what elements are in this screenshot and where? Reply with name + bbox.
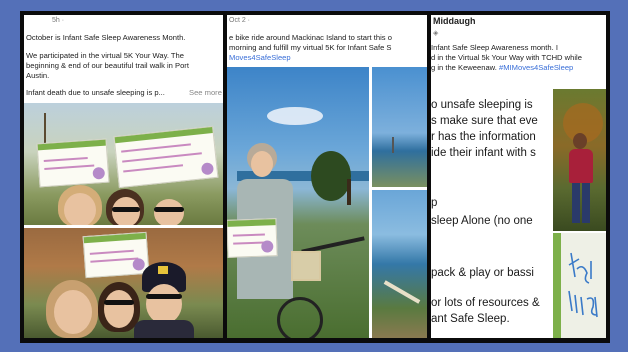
post-text-line: r has the information	[431, 131, 536, 143]
post-visibility-icon: ◈	[433, 30, 439, 37]
handwritten-signature-image	[568, 252, 598, 318]
facebook-post-keweenaw: Middaugh ◈ Infant Safe Sleep Awareness m…	[431, 15, 606, 338]
post-text-line: d in the Virtual 5k Your Way with TCHD w…	[431, 53, 582, 62]
facebook-post-mackinac: Oct 2 · e bike ride around Mackinac Isla…	[227, 15, 427, 338]
post-text-line: beginning & end of our beautiful trail w…	[26, 61, 189, 70]
post-text-line: pack & play or bassi	[431, 267, 534, 279]
post-text-line: g in the Keweenaw.	[431, 63, 497, 72]
post-text-line: October is Infant Safe Sleep Awareness M…	[26, 33, 186, 42]
signed-sign-photo	[553, 233, 606, 338]
safe-sleep-sign-image	[227, 218, 278, 258]
post-text-line: Infant death due to unsafe sleeping is p…	[26, 88, 165, 97]
safe-sleep-sign-image	[113, 125, 219, 189]
shoreline-photo	[372, 190, 427, 338]
post-text-line: ide their infant with s	[431, 147, 536, 159]
see-more-link[interactable]: See more	[189, 88, 222, 98]
post-text-line: p	[431, 197, 438, 209]
post-text-line: or lots of resources &	[431, 297, 540, 309]
selfie-photo-end	[24, 228, 223, 338]
facebook-post-port-austin: 5h · October is Infant Safe Sleep Awaren…	[24, 15, 223, 338]
safe-sleep-sign-image	[36, 138, 110, 188]
screenshot-collage: 5h · October is Infant Safe Sleep Awaren…	[20, 11, 610, 343]
post-timestamp: Oct 2 ·	[229, 17, 251, 24]
walker-photo	[553, 89, 606, 231]
hashtag-link[interactable]: #MIMoves4SafeSleep	[499, 63, 573, 72]
post-text-line: e bike ride around Mackinac Island to st…	[229, 33, 392, 42]
safe-sleep-sign-image	[82, 231, 150, 279]
post-text-line: s make sure that eve	[431, 115, 538, 127]
post-text-line: o unsafe sleeping is	[431, 99, 533, 111]
post-text-line: morning and fulfill my virtual 5K for In…	[229, 43, 392, 52]
post-text-line: ant Safe Sleep.	[431, 313, 510, 325]
post-text-line: Austin.	[26, 71, 50, 80]
selfie-photo-start	[24, 103, 223, 225]
post-timestamp: 5h ·	[52, 17, 65, 24]
lake-view-photo	[372, 67, 427, 187]
post-text-line: We participated in the virtual 5K Your W…	[26, 51, 185, 60]
hashtag-link[interactable]: Moves4SafeSleep	[229, 53, 291, 63]
post-text-line: sleep Alone (no one	[431, 215, 533, 227]
post-text-line: Infant Safe Sleep Awareness month. I	[431, 43, 558, 52]
poster-name[interactable]: Middaugh	[433, 16, 476, 26]
bike-ride-photo	[227, 67, 369, 338]
